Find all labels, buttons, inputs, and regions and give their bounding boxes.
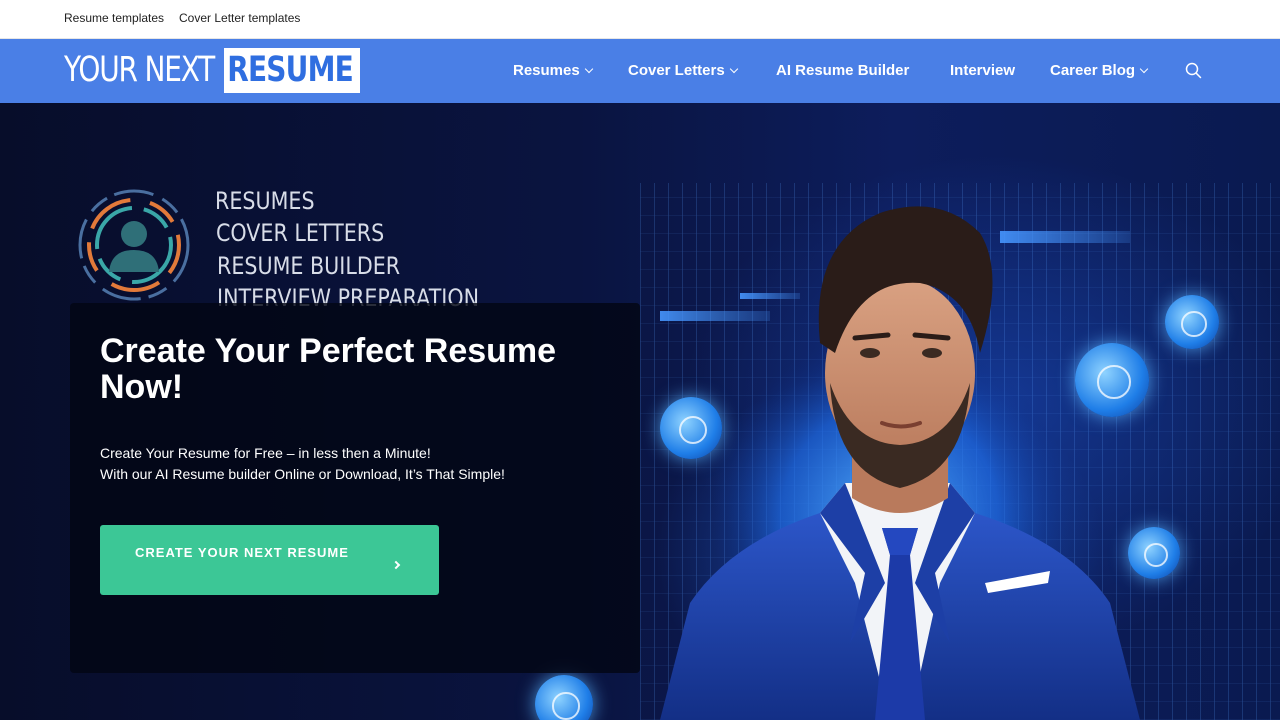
chevron-down-icon <box>1139 64 1149 73</box>
chevron-down-icon <box>584 64 593 73</box>
nav-item-label: Interview <box>950 62 1016 79</box>
nav-item-cover-letters[interactable]: Cover Letters <box>628 62 738 79</box>
nav-item-label: Cover Letters <box>628 62 725 79</box>
search-button[interactable] <box>1184 61 1204 81</box>
nav-item-interview[interactable]: Interview <box>950 62 1015 79</box>
logo-text-light: YOUR NEXT <box>64 50 215 90</box>
chevron-right-icon <box>391 560 401 570</box>
hero-tag-resume-builder: RESUME BUILDER <box>217 252 401 280</box>
nav-item-label: AI Resume Builder <box>776 62 910 79</box>
nav-item-label: Career Blog <box>1050 62 1136 79</box>
hero-content-card: Create Your Perfect Resume Now! Create Y… <box>70 303 640 673</box>
main-navigation: YOUR NEXT RESUME Resumes Cover Letters A… <box>0 39 1280 103</box>
chevron-down-icon <box>729 64 738 73</box>
hero-subtitle-line-1: Create Your Resume for Free – in less th… <box>100 445 431 461</box>
cover-letter-templates-link[interactable]: Cover Letter templates <box>179 11 300 25</box>
hero-tag-cover-letters: COVER LETTERS <box>216 219 385 247</box>
logo-text-bold: RESUME <box>224 48 360 93</box>
create-resume-button[interactable]: CREATE YOUR NEXT RESUME <box>100 525 439 595</box>
top-utility-bar: Resume templates Cover Letter templates <box>0 0 1280 39</box>
search-icon <box>1185 62 1202 79</box>
resume-emblem-icon <box>78 189 190 301</box>
hero-section: RESUMES COVER LETTERS RESUME BUILDER INT… <box>0 103 1280 720</box>
hero-subtitle-line-2: With our AI Resume builder Online or Dow… <box>100 466 505 482</box>
resume-templates-link[interactable]: Resume templates <box>64 11 164 25</box>
site-logo[interactable]: YOUR NEXT RESUME <box>64 48 360 93</box>
nav-item-resumes[interactable]: Resumes <box>513 62 593 79</box>
nav-item-ai-resume-builder[interactable]: AI Resume Builder <box>776 62 909 79</box>
nav-item-career-blog[interactable]: Career Blog <box>1050 62 1149 79</box>
nav-item-label: Resumes <box>513 62 580 79</box>
bubble-icon <box>535 675 593 720</box>
hero-title: Create Your Perfect Resume Now! <box>100 332 557 406</box>
businessman-illustration <box>660 206 1140 720</box>
create-resume-button-label: CREATE YOUR NEXT RESUME <box>135 545 349 560</box>
hero-tag-resumes: RESUMES <box>215 187 315 215</box>
